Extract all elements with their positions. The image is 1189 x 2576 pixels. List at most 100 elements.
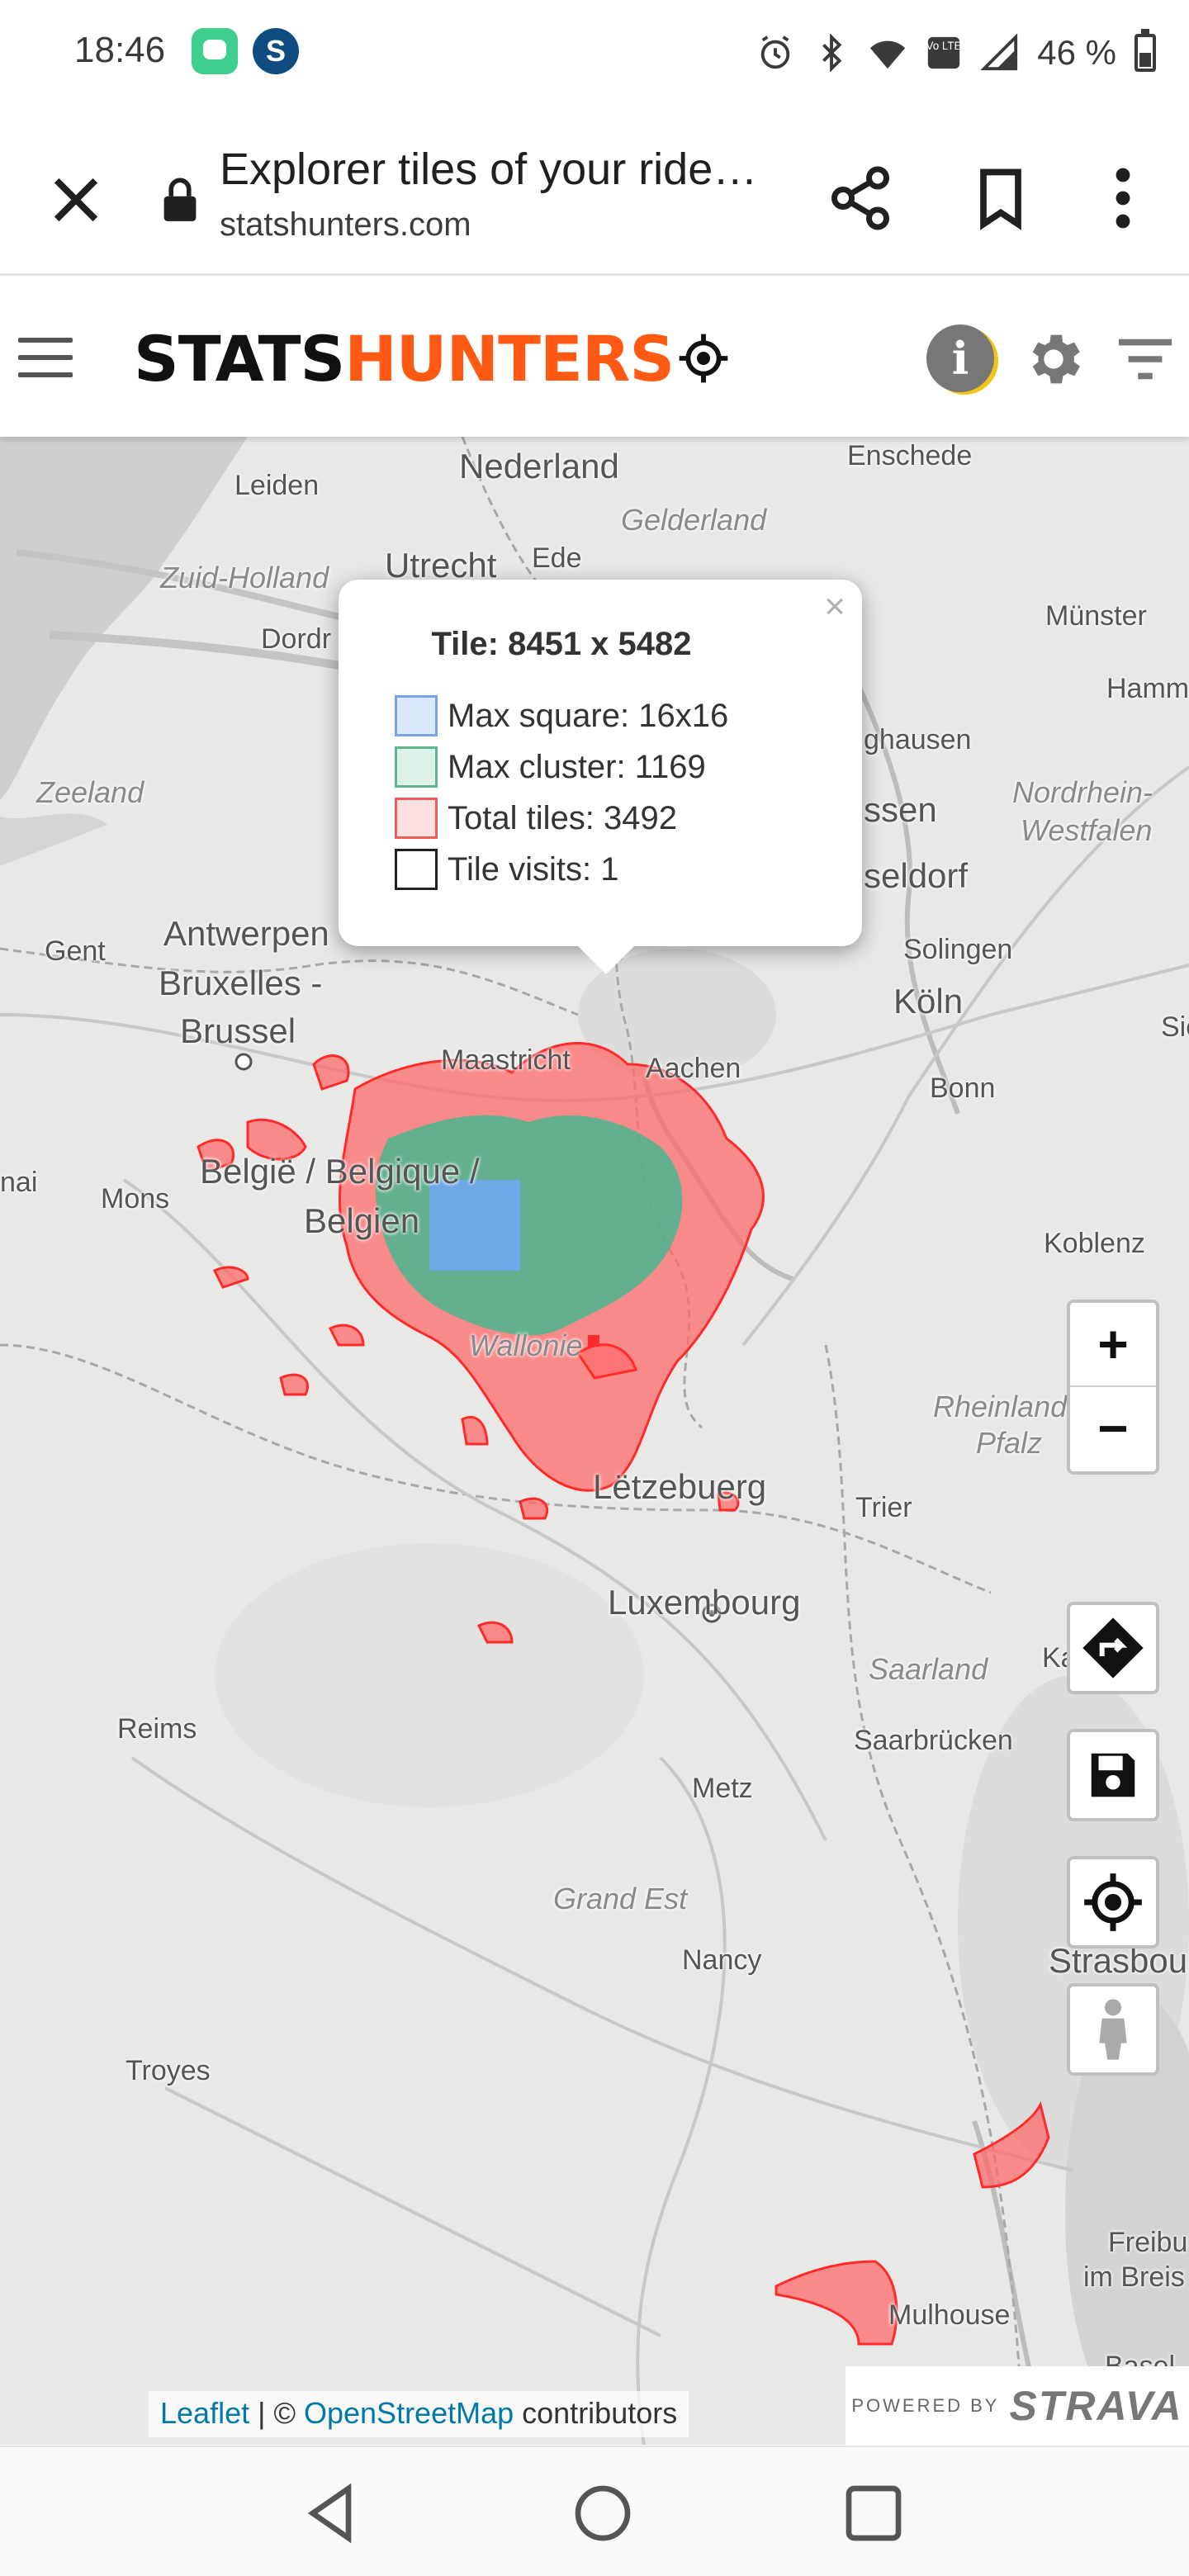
wifi-icon [870,40,906,69]
legend-label: Tile visits: 1 [448,850,619,888]
volte-icon: Vo LTE [926,36,962,69]
place-label: Gelderland [621,503,767,537]
place-label: Mulhouse [888,2299,1011,2331]
place-label: Enschede [847,440,973,471]
bookmark-icon[interactable] [966,163,1035,233]
place-label: Nancy [682,1944,762,1976]
attribution-separator: | © [249,2396,304,2430]
leaflet-link[interactable]: Leaflet [160,2396,249,2430]
legend-label: Max cluster: 1169 [448,748,706,785]
recents-icon[interactable] [841,2480,907,2546]
legend-swatch [395,695,438,736]
more-vert-icon[interactable] [1098,163,1148,233]
selected-tile [588,1335,599,1347]
gear-icon[interactable] [1021,326,1087,392]
place-label: Trier [855,1492,912,1523]
place-label: Mons [101,1183,170,1215]
place-label: Freibu [1108,2227,1188,2258]
place-label: Hamm [1106,673,1189,704]
place-label: Nordrhein- [1012,775,1153,809]
share-icon[interactable] [826,163,895,233]
max-square-area [429,1180,520,1271]
place-label: Saarland [869,1652,988,1686]
place-label: Brussel [180,1011,296,1050]
status-icons: Vo LTE 46 % [756,28,1156,78]
locate-button[interactable] [1067,1856,1159,1949]
place-label: Solingen [903,934,1013,965]
strava-badge[interactable]: POWERED BY STRAVA [846,2366,1189,2446]
place-label: Koblenz [1044,1228,1145,1259]
logo-text-stats: STATS [134,321,345,395]
close-icon[interactable] [43,167,109,233]
attribution-suffix: contributors [514,2396,678,2430]
locate-icon [1084,1873,1142,1931]
page-url[interactable]: statshunters.com [220,206,471,244]
place-label: Antwerpen [163,914,329,953]
place-label: Metz [692,1773,753,1804]
directions-icon [1082,1617,1144,1679]
place-label: Troyes [126,2055,211,2086]
place-label: Westfalen [1021,813,1153,847]
place-label: Münster [1045,600,1147,632]
osm-link[interactable]: OpenStreetMap [304,2396,514,2430]
zoom-out-button[interactable]: − [1070,1387,1156,1471]
place-label: Aachen [646,1053,741,1084]
statshunters-logo[interactable]: STATS HUNTERS [134,321,730,395]
legend-swatch [395,746,438,788]
legend-swatch [395,798,438,839]
map-attribution: Leaflet | © OpenStreetMap contributors [149,2391,689,2437]
status-bar: 18:46 S Vo LTE 46 % [0,0,1189,107]
s-app-icon: S [253,28,299,74]
legend-tile-visits: Tile visits: 1 [395,849,618,890]
legend-max-square: Max square: 16x16 [395,695,728,736]
home-icon[interactable] [570,2480,636,2546]
place-label: Rheinland- [933,1390,1078,1423]
zoom-in-button[interactable]: + [1070,1303,1156,1387]
place-label: Dordr [261,623,332,655]
place-label: Zeeland [36,775,144,809]
legend-label: Total tiles: 3492 [448,799,677,836]
powered-by-text: POWERED BY [851,2395,1000,2416]
battery-percent: 46 % [1037,33,1116,72]
alarm-icon [761,36,790,69]
page-title[interactable]: Explorer tiles of your ride… [220,144,781,195]
battery-icon [1135,29,1156,72]
place-label: im Breis [1083,2261,1185,2293]
place-label: Wallonie [469,1328,583,1362]
popup-close-button[interactable]: × [824,586,846,627]
save-icon [1091,1753,1135,1797]
pegman-icon [1099,1999,1127,2060]
zoom-control: + − [1067,1300,1159,1475]
browser-toolbar: Explorer tiles of your ride… statshunter… [0,124,1189,276]
legend-swatch [395,849,438,890]
crosshair-icon [679,334,728,383]
route-button[interactable] [1067,1602,1159,1694]
lock-icon[interactable] [162,177,198,223]
street-view-button[interactable] [1067,1983,1159,2076]
place-label: Saarbrücken [854,1725,1013,1756]
filter-icon[interactable] [1116,336,1174,382]
logo-text-hunters: HUNTERS [344,321,675,395]
chat-bubble-icon [192,28,238,74]
place-label: Belgien [304,1201,420,1240]
place-label: Sie [1161,1011,1189,1043]
place-label: nai [0,1167,38,1198]
place-label: Reims [117,1713,197,1745]
legend-total-tiles: Total tiles: 3492 [395,798,677,839]
strava-logo: STRAVA [1009,2383,1183,2429]
place-label: seldorf [864,856,969,895]
place-label: Bruxelles - [159,964,323,1002]
info-icon[interactable]: i [926,324,994,392]
tile-popup: × Tile: 8451 x 5482 Max square: 16x16 Ma… [339,580,862,974]
place-label: Köln [893,982,964,1020]
place-label: Grand Est [553,1882,688,1915]
back-icon[interactable] [299,2480,365,2546]
signal-icon [981,34,1018,71]
place-label: Pfalz [976,1426,1043,1460]
save-button[interactable] [1067,1729,1159,1821]
place-label: Luxembourg [608,1583,801,1622]
place-label: Ede [532,542,582,574]
place-label: ssen [864,790,937,829]
place-label: Leiden [234,470,320,501]
menu-icon[interactable] [18,338,73,377]
